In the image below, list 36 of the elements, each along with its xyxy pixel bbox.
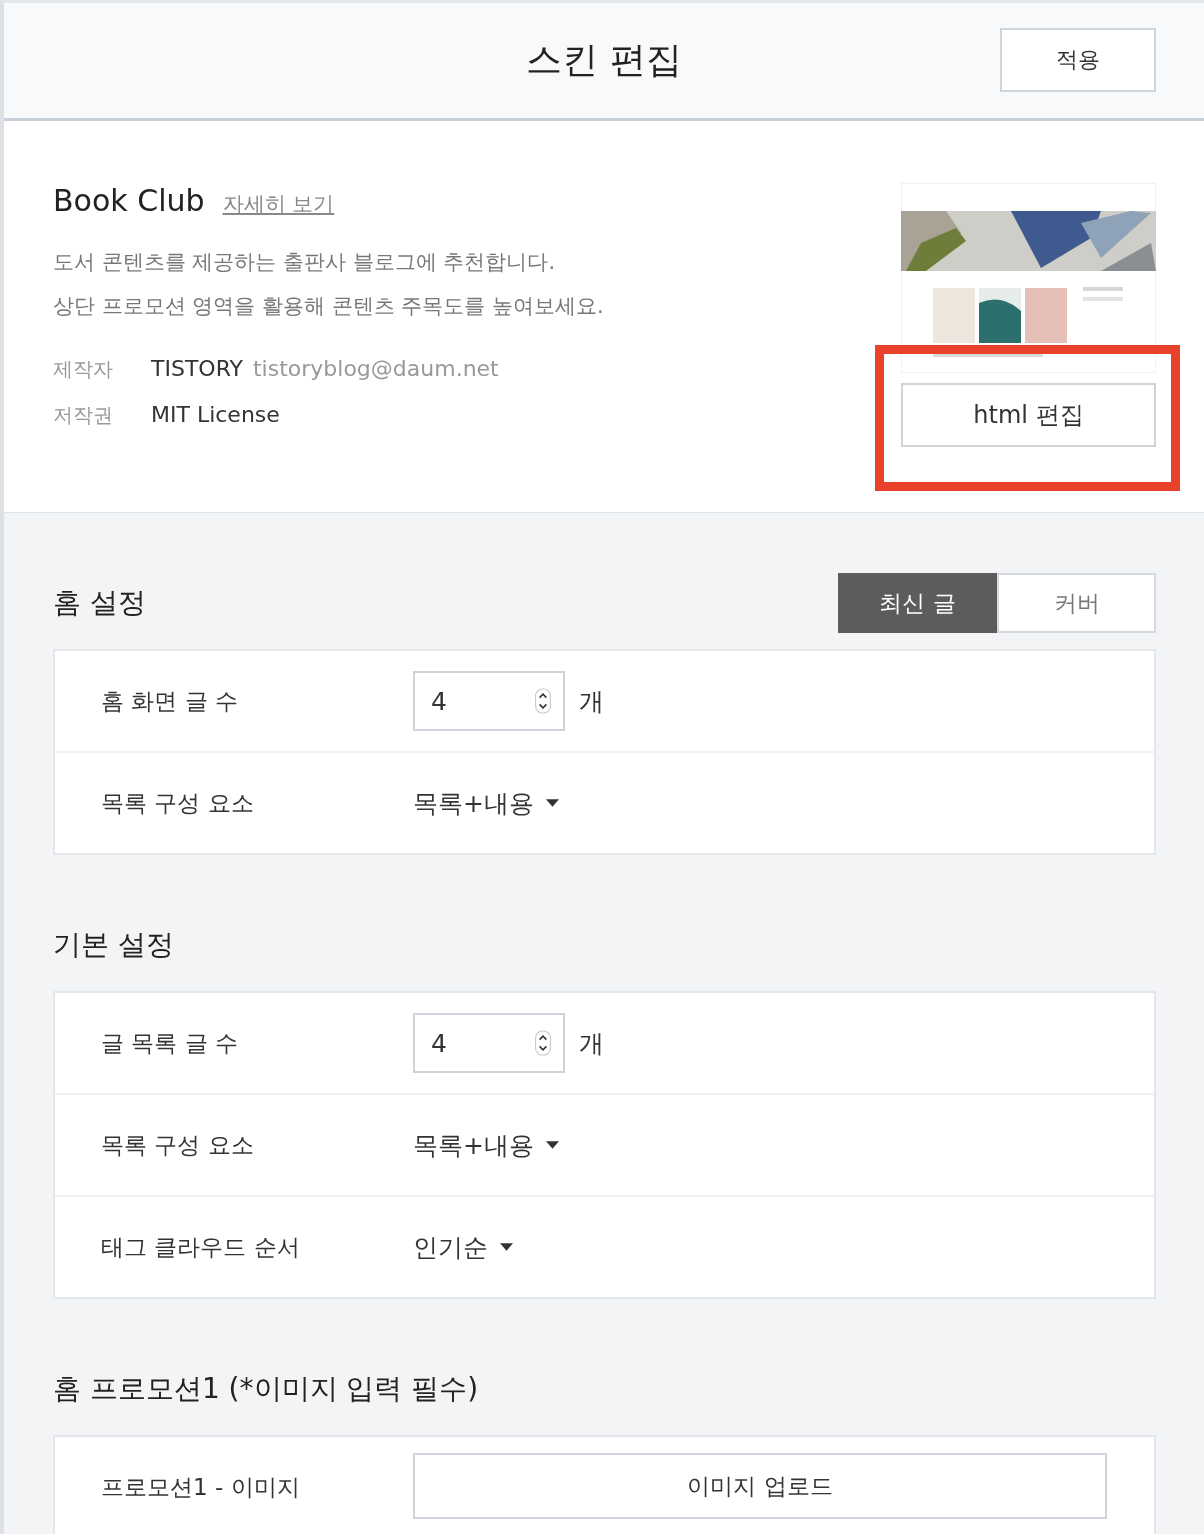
setting-label: 글 목록 글 수 — [101, 1028, 239, 1058]
description-text: 상단 프로모션 영역을 활용해 콘텐츠 주목도를 높여보세요. — [53, 293, 604, 320]
meta-value: MIT License — [151, 401, 280, 429]
caret-icon — [545, 1141, 559, 1149]
author-email: tistoryblog@daum.net — [252, 355, 499, 383]
description-text: 도서 콘텐츠를 제공하는 출판사 블로그에 추천합니다. — [53, 249, 557, 276]
meta-value: TISTORY — [151, 355, 243, 383]
html-edit-button[interactable]: html 편집 — [901, 383, 1156, 447]
apply-button[interactable]: 적용 — [1000, 28, 1156, 92]
meta-label: 저작권 — [53, 402, 114, 429]
page-title: 스킨 편집 — [526, 38, 682, 82]
unit-label: 개 — [579, 1027, 604, 1060]
dropdown[interactable]: 목록+내용 — [413, 1128, 559, 1162]
setting-label: 프로모션1 - 이미지 — [101, 1472, 301, 1502]
number-field[interactable]: 4 — [413, 1013, 565, 1073]
setting-label: 홈 화면 글 수 — [101, 686, 239, 716]
dropdown[interactable]: 인기순 — [413, 1230, 513, 1264]
dropdown[interactable]: 목록+내용 — [413, 786, 559, 820]
details-link[interactable]: 자세히 보기 — [222, 190, 335, 218]
setting-label: 목록 구성 요소 — [101, 788, 255, 818]
skin-name: Book Club — [53, 183, 205, 218]
caret-icon — [500, 1243, 513, 1251]
spinner-icon[interactable] — [535, 1030, 551, 1056]
toggle-tab[interactable]: 커버 — [997, 573, 1156, 633]
unit-label: 개 — [579, 685, 604, 718]
upload-button[interactable]: 이미지 업로드 — [413, 1453, 1107, 1519]
toggle-tab[interactable]: 최신 글 — [838, 573, 997, 633]
section-title: 기본 설정 — [53, 927, 174, 963]
caret-icon — [545, 799, 559, 807]
section-title: 홈 프로모션1 (*이미지 입력 필수) — [53, 1371, 479, 1407]
section-title: 홈 설정 — [53, 585, 146, 621]
setting-label: 목록 구성 요소 — [101, 1130, 255, 1160]
setting-label: 태그 클라우드 순서 — [101, 1232, 301, 1262]
number-field[interactable]: 4 — [413, 671, 565, 731]
spinner-icon[interactable] — [535, 688, 551, 714]
meta-label: 제작자 — [53, 356, 114, 383]
